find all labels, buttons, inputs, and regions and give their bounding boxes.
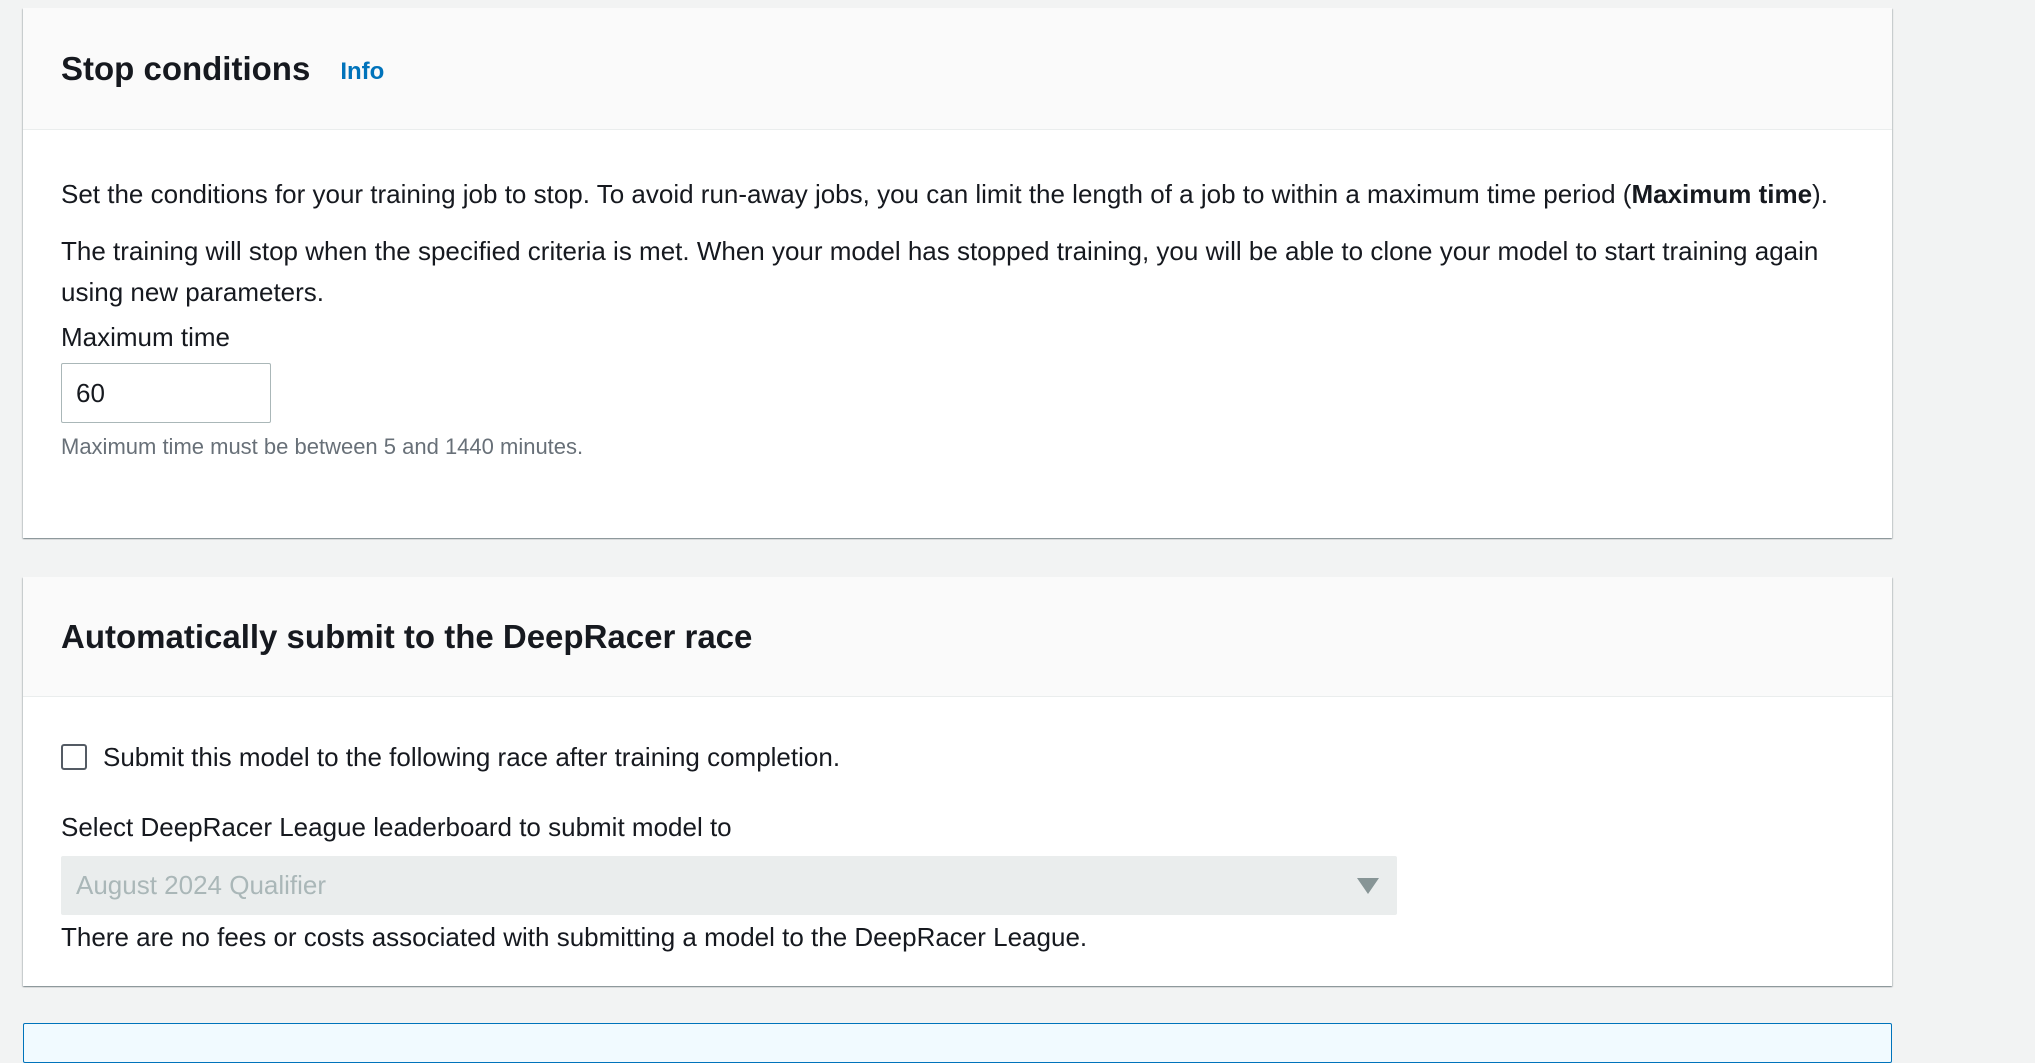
- leaderboard-selected-value: August 2024 Qualifier: [76, 870, 327, 900]
- description-bold-term: Maximum time: [1631, 179, 1813, 209]
- description-text: Set the conditions for your training job…: [61, 179, 1632, 209]
- max-time-label: Maximum time: [61, 322, 231, 352]
- stop-conditions-info-link[interactable]: Info: [340, 58, 384, 86]
- auto-submit-title: Automatically submit to the DeepRacer ra…: [61, 618, 753, 655]
- stop-conditions-container: Stop conditions Info Set the conditions …: [23, 8, 1892, 538]
- stop-conditions-header: Stop conditions Info: [23, 8, 1892, 130]
- max-time-input[interactable]: [61, 363, 271, 423]
- submit-checkbox-row[interactable]: Submit this model to the following race …: [61, 697, 1854, 773]
- info-alert-container: [23, 1023, 1892, 1063]
- submit-race-checkbox[interactable]: [61, 744, 87, 770]
- submit-race-checkbox-label[interactable]: Submit this model to the following race …: [103, 741, 840, 773]
- caret-down-icon: [1357, 877, 1379, 894]
- leaderboard-select[interactable]: August 2024 Qualifier: [61, 856, 1397, 915]
- auto-submit-body: Submit this model to the following race …: [23, 697, 1892, 953]
- auto-submit-header: Automatically submit to the DeepRacer ra…: [23, 577, 1892, 697]
- stop-criteria-description: The training will stop when the specifie…: [61, 236, 1819, 307]
- leaderboard-label: Select DeepRacer League leaderboard to s…: [61, 812, 732, 842]
- stop-conditions-title: Stop conditions: [61, 50, 311, 87]
- auto-submit-container: Automatically submit to the DeepRacer ra…: [23, 577, 1892, 986]
- description-end: ).: [1812, 179, 1828, 209]
- stop-conditions-description: Set the conditions for your training job…: [61, 130, 1854, 215]
- fee-note: There are no fees or costs associated wi…: [61, 922, 1088, 952]
- stop-conditions-body: Set the conditions for your training job…: [23, 130, 1892, 461]
- max-time-constraint: Maximum time must be between 5 and 1440 …: [61, 434, 584, 459]
